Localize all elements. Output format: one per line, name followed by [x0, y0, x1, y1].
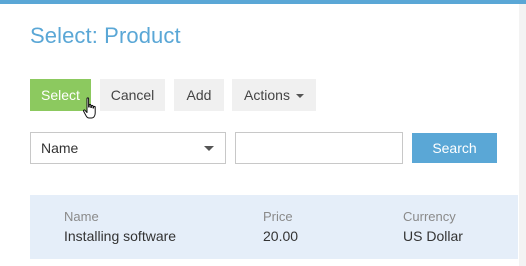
name-column: Name Installing software — [64, 208, 176, 246]
table-row[interactable]: Name Installing software Price 20.00 Cur… — [30, 195, 518, 259]
chevron-down-icon — [295, 93, 304, 98]
select-button[interactable]: Select — [30, 79, 91, 111]
product-name: Installing software — [64, 228, 177, 244]
cancel-button[interactable]: Cancel — [100, 79, 165, 111]
product-price: 20.00 — [263, 228, 299, 244]
column-caption: Name — [64, 209, 99, 224]
search-input[interactable] — [235, 132, 403, 164]
chevron-down-icon — [204, 146, 214, 151]
actions-button-label: Actions — [244, 87, 290, 103]
column-caption: Price — [263, 209, 293, 224]
add-button[interactable]: Add — [174, 79, 224, 111]
filter-field-value: Name — [41, 140, 79, 156]
product-currency: US Dollar — [403, 228, 463, 244]
search-button[interactable]: Search — [412, 133, 497, 163]
actions-button[interactable]: Actions — [232, 79, 316, 111]
price-column: Price 20.00 — [263, 208, 298, 246]
dialog-title: Select: Product — [30, 23, 181, 48]
window-top-border — [0, 0, 526, 4]
window-right-edge — [519, 4, 526, 266]
column-caption: Currency — [403, 209, 456, 224]
currency-column: Currency US Dollar — [403, 208, 463, 246]
filter-field-select[interactable]: Name — [30, 132, 226, 164]
